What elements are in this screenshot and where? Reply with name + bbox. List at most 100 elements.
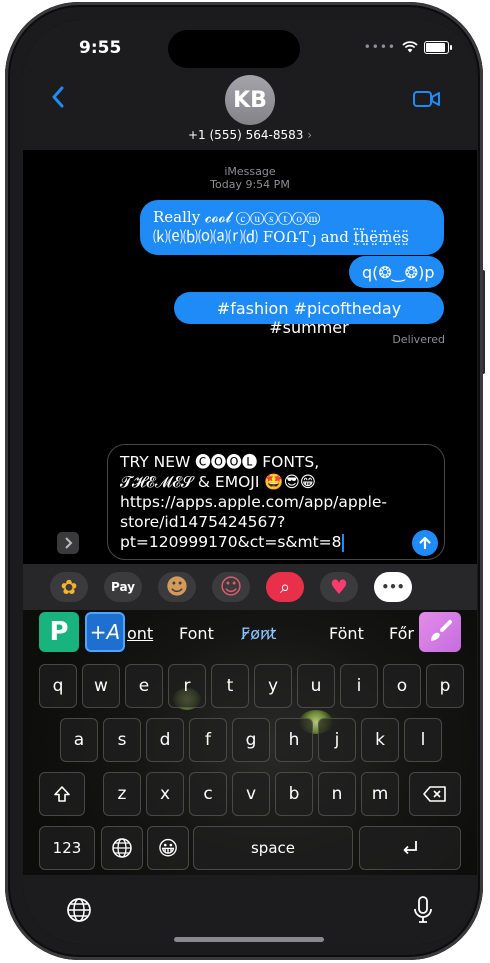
apple-pay-icon: Pay: [110, 580, 136, 594]
key-k[interactable]: k: [361, 718, 399, 762]
globe-icon: [112, 838, 132, 858]
dynamic-island: [168, 30, 300, 68]
imessage-app-strip: ✿ Pay ☻ ☺ ⌕ ♥ •••: [23, 564, 477, 610]
input-line-last: pt=120999170&ct=s&mt=8: [120, 532, 432, 552]
space-key[interactable]: space: [193, 826, 353, 870]
signal-icon: ••••: [363, 40, 396, 54]
key-c[interactable]: c: [189, 772, 227, 816]
key-a[interactable]: a: [60, 718, 98, 762]
key-s[interactable]: s: [103, 718, 141, 762]
input-line: store/id1475424567?: [120, 513, 286, 531]
key-j[interactable]: j: [318, 718, 356, 762]
key-i[interactable]: i: [340, 664, 378, 708]
photos-icon: ✿: [60, 575, 78, 599]
globe-key[interactable]: [101, 826, 143, 870]
font-option[interactable]: Fönt: [329, 624, 364, 643]
memoji-icon: ☻: [165, 574, 189, 600]
memoji-stickers-app-button[interactable]: ☺: [212, 572, 250, 602]
chevron-right-icon: ›: [307, 128, 312, 142]
font-toolbar: P +A ont Font F̷o̷n̷t̷ Fönt Főr: [23, 610, 477, 660]
key-y[interactable]: y: [254, 664, 292, 708]
expand-apps-button[interactable]: [57, 532, 79, 554]
wifi-icon: [402, 41, 418, 53]
chevron-right-icon: [65, 537, 73, 549]
more-apps-button[interactable]: •••: [374, 572, 412, 602]
emoji-key[interactable]: 😀: [147, 826, 189, 870]
key-t[interactable]: t: [211, 664, 249, 708]
key-q[interactable]: q: [39, 664, 77, 708]
font-option[interactable]: Főr: [389, 624, 414, 643]
input-line: 𝓣𝓗𝓔𝓜𝓔𝓢 & EMOJI 🤩😎😁: [120, 473, 316, 491]
return-key[interactable]: [359, 826, 461, 870]
theme-brush-button[interactable]: [419, 612, 461, 652]
message-text: Really 𝓬𝓸𝓸𝓵 ⓒⓤⓢⓣⓞⓜ: [153, 208, 321, 226]
keyboard-bottom-bar: [23, 875, 477, 944]
memoji-stickers-icon: ☺: [219, 574, 243, 600]
phone-frame: 9:55 •••• KB +1 (555) 564-8583 › iMessag…: [5, 2, 483, 960]
key-h[interactable]: h: [275, 718, 313, 762]
text-caret: [341, 533, 344, 552]
key-e[interactable]: e: [125, 664, 163, 708]
digital-touch-app-button[interactable]: ♥: [320, 572, 358, 602]
input-line: TRY NEW 🅒🅞🅞🅛 FONTS,: [120, 453, 320, 471]
message-bubble[interactable]: #fashion #picoftheday #summer: [174, 292, 444, 337]
shift-key[interactable]: [39, 772, 85, 816]
back-chevron-icon[interactable]: [51, 86, 65, 108]
numbers-key[interactable]: 123: [39, 826, 95, 870]
key-g[interactable]: g: [232, 718, 270, 762]
key-r[interactable]: r: [168, 664, 206, 708]
key-v[interactable]: v: [232, 772, 270, 816]
home-indicator: [174, 937, 324, 942]
add-font-button[interactable]: +A: [85, 612, 125, 652]
message-timestamp: Today 9:54 PM: [210, 178, 290, 191]
delete-key[interactable]: [409, 772, 461, 816]
key-m[interactable]: m: [361, 772, 399, 816]
font-option[interactable]: F̷o̷n̷t̷: [241, 624, 276, 643]
key-n[interactable]: n: [318, 772, 356, 816]
photos-app-button[interactable]: ✿: [50, 572, 88, 602]
web-images-icon: ⌕: [279, 576, 291, 598]
key-f[interactable]: f: [189, 718, 227, 762]
apple-pay-app-button[interactable]: Pay: [104, 572, 142, 602]
contact-phone[interactable]: +1 (555) 564-8583 ›: [23, 128, 477, 142]
key-o[interactable]: o: [383, 664, 421, 708]
premium-button[interactable]: P: [39, 612, 79, 652]
status-time: 9:55: [79, 38, 122, 58]
key-p[interactable]: p: [426, 664, 464, 708]
font-option[interactable]: Font: [179, 624, 214, 643]
message-bubble[interactable]: q(❂‿❂)p: [349, 256, 444, 288]
key-z[interactable]: z: [103, 772, 141, 816]
battery-icon: [424, 40, 452, 54]
return-icon: [403, 841, 417, 855]
key-x[interactable]: x: [146, 772, 184, 816]
heart-icon: ♥: [330, 575, 348, 599]
input-line: pt=120999170&ct=s&mt=8: [120, 533, 342, 551]
contact-phone-number: +1 (555) 564-8583: [188, 128, 304, 142]
message-text: ⒦⒠⒝⒪⒜⒭⒟ FOՌƬ᧒ and ẗ̤ḧ̤ë̤m̤̈ë̤s̤̈: [153, 228, 409, 246]
status-icons: ••••: [363, 40, 452, 54]
key-w[interactable]: w: [82, 664, 120, 708]
globe-icon[interactable]: [66, 897, 92, 923]
send-button[interactable]: [412, 530, 438, 556]
arrow-up-icon: [419, 536, 431, 550]
screen: 9:55 •••• KB +1 (555) 564-8583 › iMessag…: [23, 20, 477, 944]
input-line: https://apps.apple.com/app/apple-: [120, 493, 388, 511]
web-images-app-button[interactable]: ⌕: [266, 572, 304, 602]
shift-icon: [54, 786, 70, 802]
more-icon: •••: [381, 580, 405, 594]
facetime-video-icon[interactable]: [413, 90, 441, 108]
key-d[interactable]: d: [146, 718, 184, 762]
delete-backspace-icon: [423, 786, 446, 802]
service-name: iMessage: [224, 165, 276, 178]
message-input[interactable]: TRY NEW 🅒🅞🅞🅛 FONTS, 𝓣𝓗𝓔𝓜𝓔𝓢 & EMOJI 🤩😎😁 h…: [107, 444, 445, 560]
paintbrush-icon: [431, 620, 452, 641]
key-u[interactable]: u: [297, 664, 335, 708]
key-b[interactable]: b: [275, 772, 313, 816]
message-service-label: iMessage Today 9:54 PM: [23, 165, 477, 191]
font-option[interactable]: ont: [127, 624, 153, 643]
key-l[interactable]: l: [404, 718, 442, 762]
contact-avatar[interactable]: KB: [225, 75, 275, 125]
microphone-icon[interactable]: [412, 895, 434, 925]
memoji-app-button[interactable]: ☻: [158, 572, 196, 602]
message-bubble[interactable]: Really 𝓬𝓸𝓸𝓵 ⓒⓤⓢⓣⓞⓜ ⒦⒠⒝⒪⒜⒭⒟ FOՌƬ᧒ and ẗ̤ḧ…: [140, 200, 444, 255]
